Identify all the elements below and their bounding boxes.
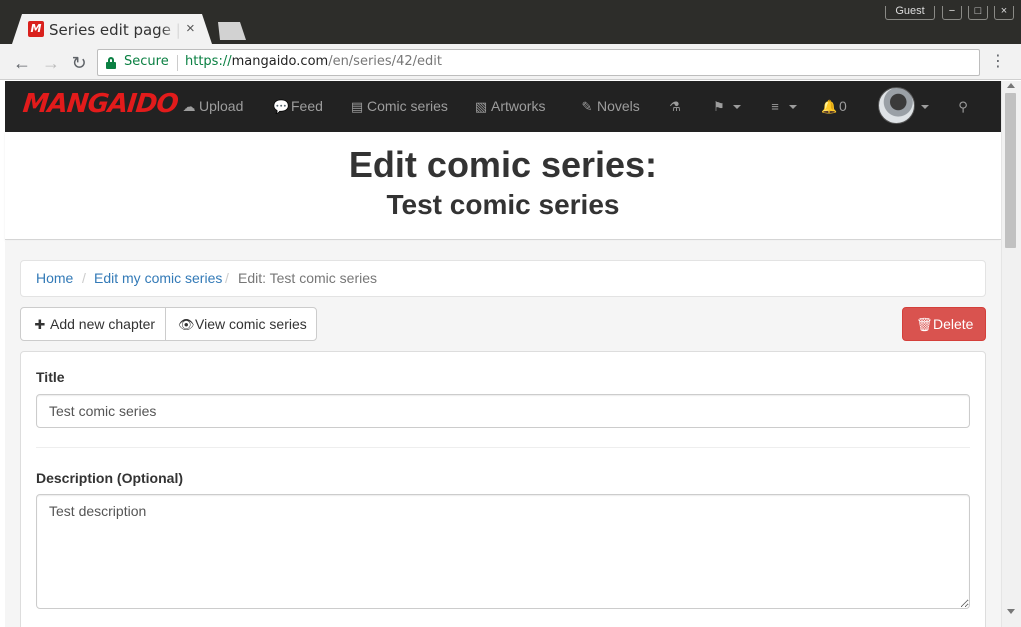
browser-titlebar: M Series edit page | Mangaido × Guest − … [0, 0, 1021, 44]
nav-artworks-label: Artworks [491, 98, 546, 114]
page-subtitle: Test comic series [386, 189, 620, 220]
lock-icon [106, 57, 116, 69]
address-bar-divider [177, 55, 178, 71]
scrollbar-thumb[interactable] [1005, 93, 1016, 248]
trash-icon: 🗑 [916, 317, 933, 332]
nav-comic-series[interactable]: ▤ Comic series [349, 96, 448, 116]
nav-more-dropdown[interactable]: ≡ [767, 96, 797, 116]
nav-novels-label: Novels [597, 98, 640, 114]
delete-button[interactable]: 🗑Delete [902, 307, 986, 341]
minimize-window-button[interactable]: − [942, 6, 962, 20]
chevron-down-icon [789, 105, 797, 110]
nav-notifications[interactable]: 🔔 0 [821, 96, 847, 116]
plus-icon: ✚ [34, 317, 46, 332]
breadcrumb-edit-my-comic-series[interactable]: Edit my comic series [94, 270, 222, 286]
browser-toolbar: ← → ↻ Secure https://mangaido.com/en/ser… [0, 44, 1021, 80]
nav-artworks[interactable]: ▧ Artworks [473, 96, 546, 116]
comments-icon: 💬 [273, 99, 290, 114]
breadcrumb-home[interactable]: Home [36, 270, 73, 286]
cloud-upload-icon: ☁ [182, 99, 196, 114]
edit-icon: ✎ [581, 99, 593, 114]
guest-profile-button[interactable]: Guest [885, 6, 935, 20]
main-content: Home / Edit my comic series / Edit: Test… [5, 241, 1001, 627]
tab-close-icon[interactable]: × [186, 20, 200, 38]
breadcrumb-separator: / [225, 270, 229, 286]
close-window-button[interactable]: × [994, 6, 1014, 20]
page-scrollbar[interactable] [1001, 81, 1021, 627]
address-bar[interactable]: Secure https://mangaido.com/en/series/42… [97, 49, 980, 76]
edit-form-panel: Title Description (Optional) Test descri… [20, 351, 986, 627]
browser-menu-icon[interactable]: ⋮ [990, 52, 1006, 72]
nav-search[interactable]: ⚲ [955, 96, 973, 116]
url-text[interactable]: https://mangaido.com/en/series/42/edit [185, 54, 442, 69]
site-navbar: MANGAIDO ☁ Upload 💬 Feed ▤ Comic series ▧ Ar… [5, 81, 1001, 132]
flag-icon: ⚑ [713, 99, 725, 114]
description-textarea[interactable]: Test description [36, 494, 970, 609]
nav-potion[interactable]: ⚗ [667, 96, 685, 116]
breadcrumb-separator: / [82, 270, 86, 286]
secure-label: Secure [124, 54, 169, 69]
potion-icon: ⚗ [669, 99, 681, 114]
url-host: mangaido.com [231, 54, 329, 69]
maximize-window-button[interactable]: □ [968, 6, 988, 20]
search-icon: ⚲ [958, 99, 968, 114]
hamburger-icon: ≡ [771, 99, 779, 114]
nav-comic-series-label: Comic series [367, 98, 448, 114]
form-divider [36, 447, 970, 448]
nav-upload[interactable]: ☁ Upload [181, 96, 244, 116]
nav-language-dropdown[interactable]: ⚑ [711, 96, 741, 116]
scroll-down-icon[interactable] [1007, 609, 1015, 614]
nav-upload-label: Upload [199, 98, 244, 114]
nav-feed-label: Feed [291, 98, 323, 114]
description-label: Description (Optional) [36, 470, 183, 486]
nav-novels[interactable]: ✎ Novels [579, 96, 640, 116]
browser-tab-title[interactable]: Series edit page | Mangaido [49, 21, 181, 39]
user-menu-dropdown[interactable] [917, 96, 929, 116]
forward-arrow-icon[interactable]: → [40, 52, 62, 74]
mangaido-logo[interactable]: MANGAIDO [21, 89, 179, 119]
nav-feed[interactable]: 💬 Feed [273, 96, 323, 116]
view-comic-series-label: View comic series [195, 316, 307, 332]
chevron-down-icon [921, 105, 929, 110]
add-new-chapter-label: Add new chapter [50, 316, 156, 332]
title-label: Title [36, 369, 65, 385]
add-new-chapter-button[interactable]: ✚ Add new chapter [20, 307, 166, 341]
notification-count: 0 [839, 98, 847, 114]
mangaido-favicon-icon: M [28, 21, 44, 37]
bell-icon: 🔔 [821, 99, 838, 114]
new-tab-button[interactable] [218, 22, 246, 40]
reload-icon[interactable]: ↻ [68, 52, 90, 74]
delete-label: Delete [933, 316, 974, 332]
view-comic-series-button[interactable]: 👁View comic series [165, 307, 317, 341]
url-path: /en/series/42/edit [328, 54, 442, 69]
url-scheme: https:// [185, 54, 232, 69]
back-arrow-icon[interactable]: ← [11, 52, 33, 74]
scroll-up-icon[interactable] [1007, 83, 1015, 88]
picture-icon: ▧ [474, 99, 488, 114]
page-title: Edit comic series: [348, 144, 658, 185]
page-header: Edit comic series: Test comic series [5, 132, 1001, 240]
book-icon: ▤ [350, 99, 364, 114]
breadcrumb-current: Edit: Test comic series [238, 270, 378, 286]
user-avatar[interactable] [878, 87, 915, 124]
chevron-down-icon [733, 105, 741, 110]
breadcrumb: Home / Edit my comic series / Edit: Test… [20, 260, 986, 297]
eye-icon: 👁 [178, 317, 195, 332]
title-input[interactable] [36, 394, 970, 428]
